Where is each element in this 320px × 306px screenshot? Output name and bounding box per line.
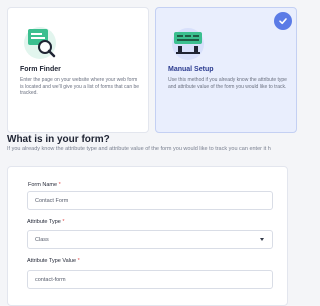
manual-setup-icon xyxy=(172,28,204,60)
form-name-label-text: Form Name xyxy=(28,182,58,188)
section-subtitle: If you already know the attribute type a… xyxy=(7,146,271,152)
manual-setup-description: Use this method if you already know the … xyxy=(168,77,287,90)
chevron-down-icon xyxy=(260,238,264,241)
required-mark: * xyxy=(62,219,65,225)
attribute-value-value: contact-form xyxy=(35,276,66,283)
selected-check-icon xyxy=(274,12,292,30)
form-finder-description: Enter the page on your website where you… xyxy=(20,77,140,97)
attribute-value-input[interactable]: contact-form xyxy=(27,270,273,289)
attribute-type-select[interactable]: Class xyxy=(27,230,273,249)
attribute-value-label: Attribute Type Value * xyxy=(27,258,80,264)
form-finder-card[interactable]: Form Finder Enter the page on your websi… xyxy=(7,7,149,133)
manual-setup-title: Manual Setup xyxy=(168,66,214,73)
attribute-type-value: Class xyxy=(35,236,49,243)
required-mark: * xyxy=(58,182,61,188)
form-name-value: Contact Form xyxy=(35,197,69,204)
form-name-label: Form Name * xyxy=(28,182,61,188)
form-name-input[interactable]: Contact Form xyxy=(27,191,273,210)
attribute-type-label: Attribute Type * xyxy=(27,219,65,225)
form-search-icon xyxy=(24,27,56,59)
attribute-type-label-text: Attribute Type xyxy=(27,219,61,225)
required-mark: * xyxy=(77,258,80,264)
section-title: What is in your form? xyxy=(7,134,110,145)
form-finder-title: Form Finder xyxy=(20,66,61,73)
attribute-value-label-text: Attribute Type Value xyxy=(27,258,77,264)
manual-setup-card[interactable]: Manual Setup Use this method if you alre… xyxy=(155,7,297,133)
